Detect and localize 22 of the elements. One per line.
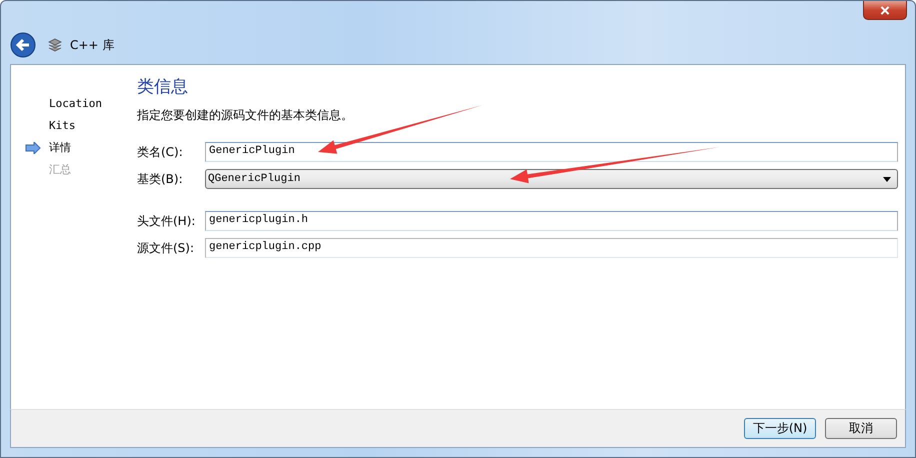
- field-label: 源文件(S):: [137, 240, 196, 256]
- step-label: 汇总: [49, 162, 71, 177]
- input-field[interactable]: GenericPlugin: [205, 142, 898, 162]
- window-title: C++ 库: [70, 36, 114, 54]
- next-button[interactable]: 下一步(N): [744, 418, 816, 439]
- close-button[interactable]: [863, 1, 907, 20]
- cancel-button[interactable]: 取消: [825, 418, 897, 439]
- step-label: Location: [49, 97, 102, 110]
- input-field[interactable]: genericplugin.h: [205, 211, 898, 231]
- stack-icon: [48, 38, 62, 52]
- step-label: Kits: [49, 119, 76, 132]
- caret-icon: [883, 176, 891, 182]
- field-label: 类名(C):: [137, 144, 184, 160]
- page-heading: 类信息: [137, 76, 189, 99]
- page-description: 指定您要创建的源码文件的基本类信息。: [137, 107, 354, 124]
- step-label: 详情: [49, 140, 71, 155]
- close-icon: [880, 6, 890, 14]
- base-class-dropdown[interactable]: QGenericPlugin: [205, 169, 898, 189]
- field-label: 基类(B):: [137, 170, 184, 188]
- input-field[interactable]: genericplugin.cpp: [205, 238, 898, 258]
- field-label: 头文件(H):: [137, 212, 196, 230]
- back-icon[interactable]: [10, 32, 36, 58]
